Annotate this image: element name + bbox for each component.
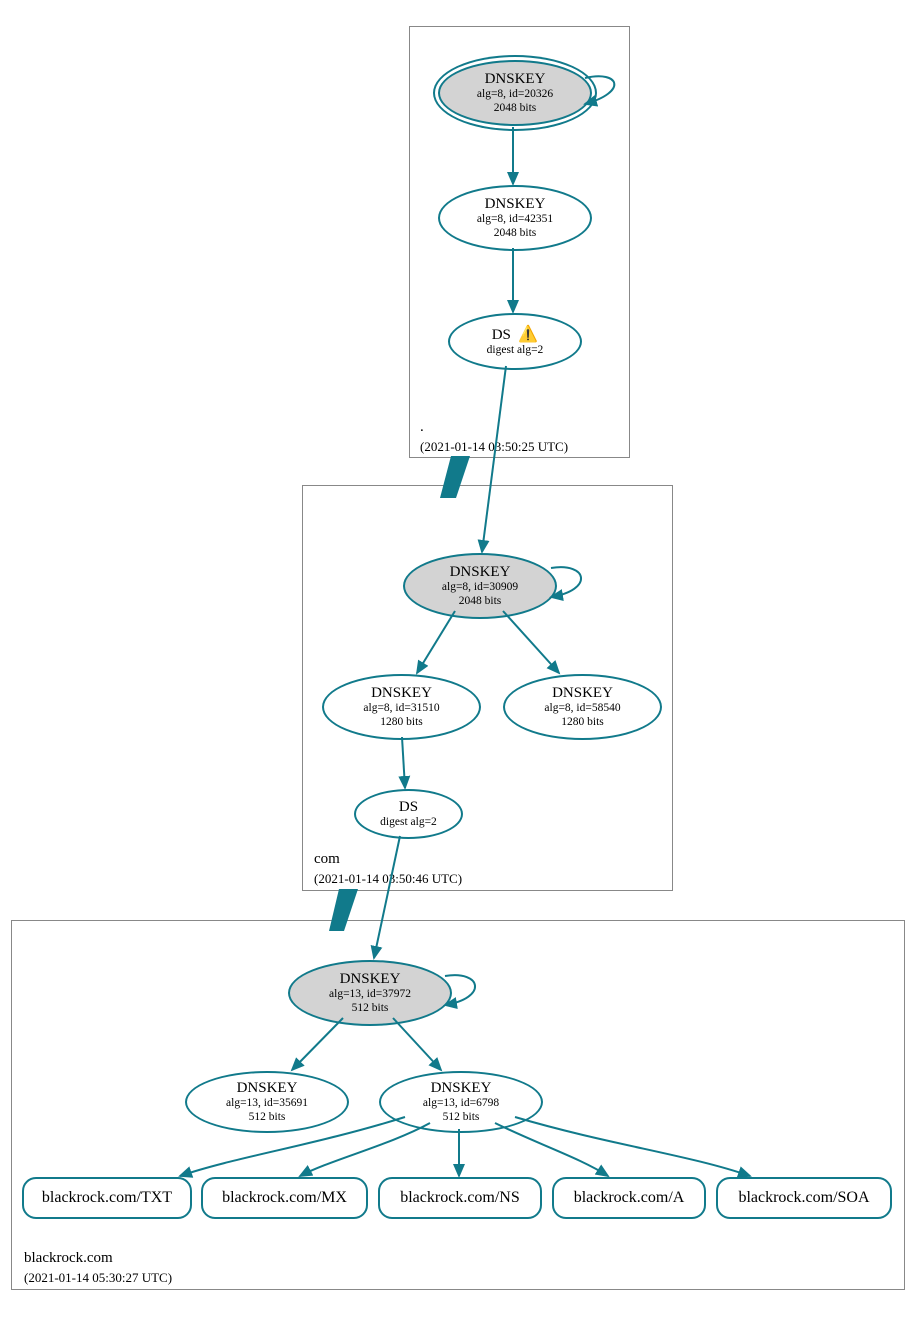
- node-com-dnskey-31510: DNSKEY alg=8, id=31510 1280 bits: [322, 674, 481, 740]
- node-alg: alg=13, id=37972: [329, 988, 411, 1001]
- node-title: DNSKEY: [371, 685, 432, 702]
- node-com-ds: DS digest alg=2: [354, 789, 463, 839]
- node-alg: alg=8, id=58540: [544, 702, 620, 715]
- node-title: DNSKEY: [340, 971, 401, 988]
- zone-blackrock-label: blackrock.com (2021-01-14 05:30:27 UTC): [24, 1249, 172, 1288]
- zone-root-label: . (2021-01-14 03:50:25 UTC): [420, 418, 568, 457]
- node-title: DNSKEY: [485, 196, 546, 213]
- zone-root-name: .: [420, 419, 424, 435]
- node-alg: alg=13, id=6798: [423, 1097, 499, 1110]
- node-bits: 2048 bits: [494, 227, 537, 240]
- rrset-a: blackrock.com/A: [552, 1177, 706, 1219]
- node-digest: digest alg=2: [380, 816, 437, 829]
- node-title: DNSKEY: [552, 685, 613, 702]
- node-title: DNSKEY: [485, 71, 546, 88]
- node-title: DNSKEY: [450, 564, 511, 581]
- node-bits: 512 bits: [352, 1002, 389, 1015]
- node-root-dnskey-42351: DNSKEY alg=8, id=42351 2048 bits: [438, 185, 592, 251]
- node-alg: alg=8, id=30909: [442, 581, 518, 594]
- node-blackrock-dnskey-35691: DNSKEY alg=13, id=35691 512 bits: [185, 1071, 349, 1133]
- node-root-dnskey-20326: DNSKEY alg=8, id=20326 2048 bits: [438, 60, 592, 126]
- node-bits: 512 bits: [443, 1111, 480, 1124]
- node-title: DNSKEY: [237, 1080, 298, 1097]
- zone-blackrock-ts: (2021-01-14 05:30:27 UTC): [24, 1270, 172, 1285]
- node-bits: 1280 bits: [380, 716, 423, 729]
- warning-icon: ⚠️: [518, 326, 538, 343]
- node-com-dnskey-58540: DNSKEY alg=8, id=58540 1280 bits: [503, 674, 662, 740]
- zone-com-name: com: [314, 851, 340, 867]
- node-blackrock-dnskey-37972: DNSKEY alg=13, id=37972 512 bits: [288, 960, 452, 1026]
- node-title: DNSKEY: [431, 1080, 492, 1097]
- node-bits: 2048 bits: [494, 102, 537, 115]
- zone-root-ts: (2021-01-14 03:50:25 UTC): [420, 439, 568, 454]
- rrset-mx: blackrock.com/MX: [201, 1177, 368, 1219]
- rrset-txt: blackrock.com/TXT: [22, 1177, 192, 1219]
- zone-blackrock-name: blackrock.com: [24, 1250, 113, 1266]
- node-alg: alg=8, id=20326: [477, 88, 553, 101]
- zone-com-label: com (2021-01-14 03:50:46 UTC): [314, 850, 462, 889]
- rrset-ns: blackrock.com/NS: [378, 1177, 542, 1219]
- node-title: DS: [399, 799, 418, 816]
- node-alg: alg=13, id=35691: [226, 1097, 308, 1110]
- rrset-soa: blackrock.com/SOA: [716, 1177, 892, 1219]
- node-bits: 2048 bits: [459, 595, 502, 608]
- node-alg: alg=8, id=31510: [363, 702, 439, 715]
- node-bits: 1280 bits: [561, 716, 604, 729]
- node-com-dnskey-30909: DNSKEY alg=8, id=30909 2048 bits: [403, 553, 557, 619]
- node-bits: 512 bits: [249, 1111, 286, 1124]
- node-title: DS ⚠️: [492, 326, 539, 344]
- node-alg: alg=8, id=42351: [477, 213, 553, 226]
- node-digest: digest alg=2: [487, 344, 544, 357]
- zone-com-ts: (2021-01-14 03:50:46 UTC): [314, 871, 462, 886]
- node-root-ds: DS ⚠️ digest alg=2: [448, 313, 582, 370]
- node-blackrock-dnskey-6798: DNSKEY alg=13, id=6798 512 bits: [379, 1071, 543, 1133]
